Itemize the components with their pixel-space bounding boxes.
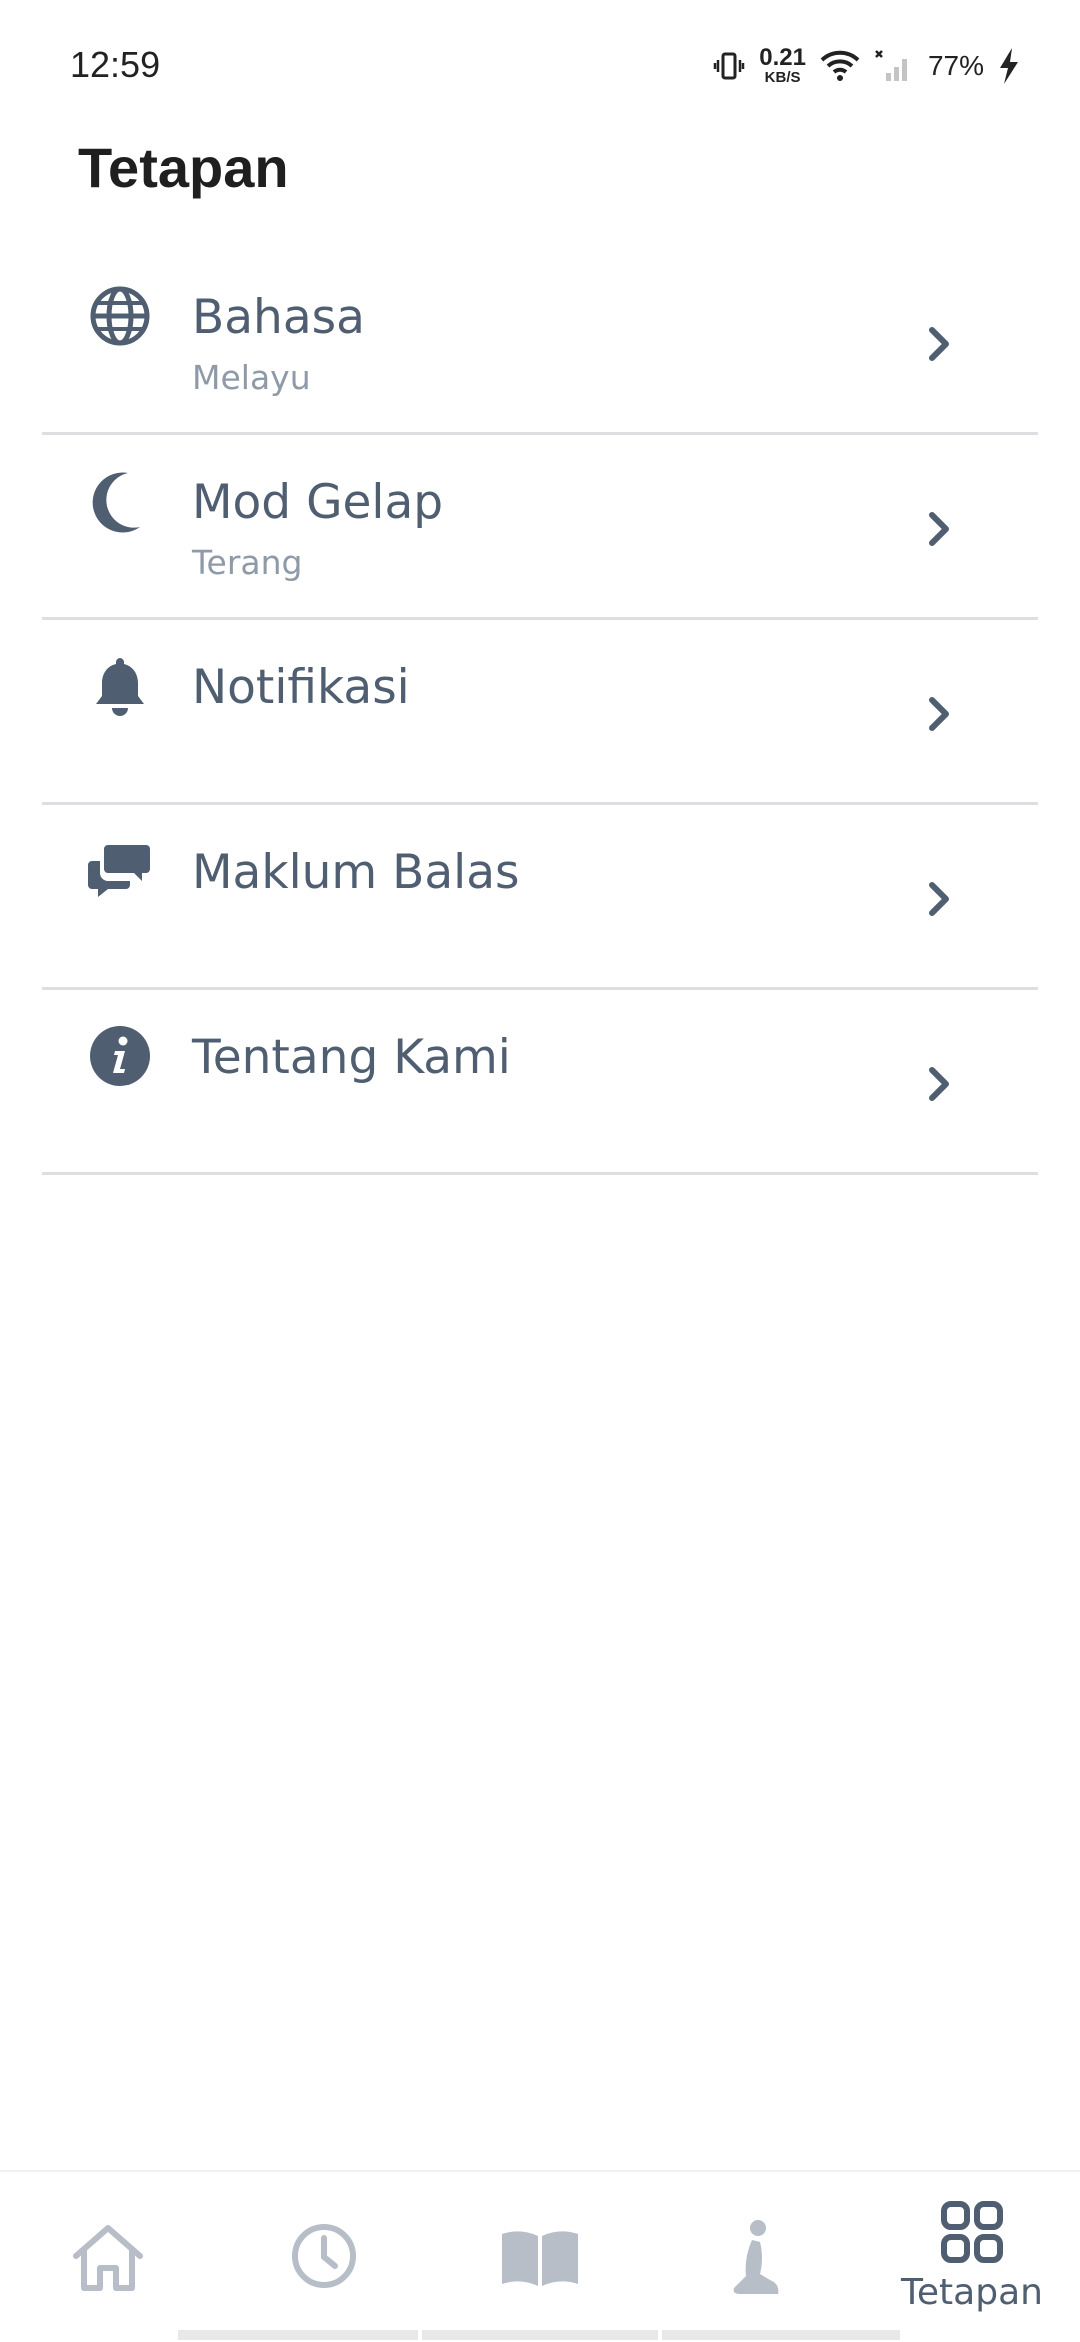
status-icons: 0.21 KB/S 77% [713,46,1020,85]
home-indicator-segment [178,2330,418,2340]
settings-item-label: Maklum Balas [192,845,520,900]
settings-item-label: Mod Gelap [192,475,444,530]
bottom-nav: Tetapan [0,2170,1080,2342]
nav-prayer-times[interactable] [216,2172,432,2342]
settings-item-label: Tentang Kami [192,1030,511,1085]
home-icon [73,2225,143,2291]
settings-item-feedback[interactable]: Maklum Balas [42,805,1038,990]
net-speed: 0.21 KB/S [759,44,806,86]
moon-icon [92,472,140,533]
settings-item-dark-mode[interactable]: Mod Gelap Terang [42,435,1038,620]
settings-item-about[interactable]: Tentang Kami [42,990,1038,1175]
nav-home[interactable] [0,2172,216,2342]
settings-item-value: Terang [192,543,303,582]
info-icon [90,1026,150,1086]
clock-icon [292,2224,356,2288]
nav-settings-label: Tetapan [901,2272,1043,2313]
nav-prayer-guide[interactable] [648,2172,864,2342]
status-time: 12:59 [70,44,161,85]
nav-quran[interactable] [432,2172,648,2342]
wifi-icon [820,50,860,81]
chevron-right-icon [929,327,949,361]
home-indicator-segment [662,2330,900,2340]
vibrate-icon [713,52,745,79]
globe-icon [90,286,150,346]
settings-item-notifications[interactable]: Notifikasi [42,620,1038,805]
settings-item-label: Notifikasi [192,660,410,715]
home-indicator-segment [422,2330,658,2340]
page-title: Tetapan [78,136,289,199]
chat-icon [88,845,150,897]
chevron-right-icon [929,1067,949,1101]
nav-settings[interactable]: Tetapan [864,2172,1080,2342]
grid-icon [941,2201,1003,2263]
status-bar: 12:59 0.21 KB/S 77% [0,0,1080,130]
settings-item-value: Melayu [192,358,311,397]
settings-list: Bahasa Melayu Mod Gelap Terang Notifikas… [42,250,1038,1175]
bell-icon [96,658,144,716]
chevron-right-icon [929,882,949,916]
charging-icon [1000,47,1018,84]
signal-icon [875,49,907,81]
settings-item-language[interactable]: Bahasa Melayu [42,250,1038,435]
chevron-right-icon [929,512,949,546]
settings-item-label: Bahasa [192,290,365,345]
battery-percent: 77% [927,49,984,81]
book-icon [502,2231,578,2286]
prayer-icon [733,2220,779,2294]
chevron-right-icon [929,697,949,731]
